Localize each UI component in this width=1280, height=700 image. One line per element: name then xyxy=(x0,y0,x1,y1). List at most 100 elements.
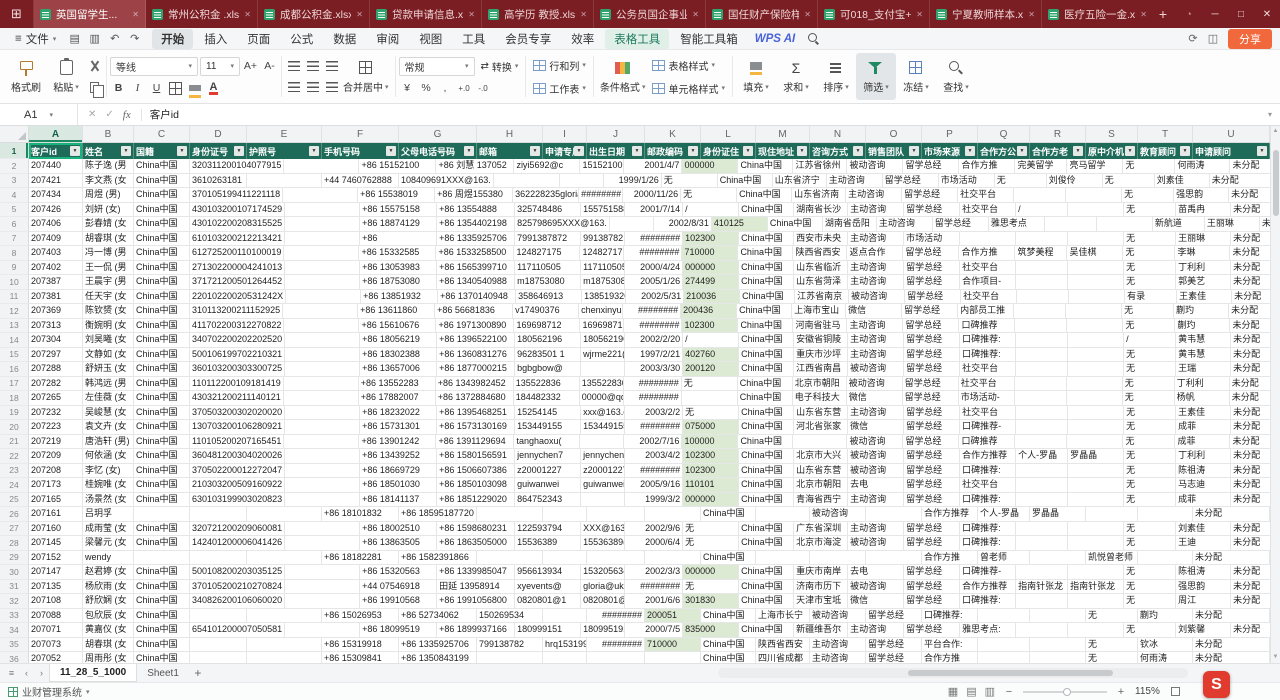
cell[interactable] xyxy=(1030,609,1086,624)
column-header-P[interactable]: P xyxy=(922,126,978,142)
cell[interactable]: +86 15152100 xyxy=(359,159,436,174)
column-header-N[interactable]: N xyxy=(810,126,866,142)
cell[interactable] xyxy=(581,493,625,508)
row-header[interactable]: 19 xyxy=(0,406,29,421)
cell[interactable]: 未分配 xyxy=(1210,174,1270,189)
cell[interactable] xyxy=(1068,362,1124,377)
cell[interactable]: China中国 xyxy=(134,261,190,276)
insert-function-icon[interactable]: fx xyxy=(123,109,131,121)
cell[interactable]: 合作方推 xyxy=(959,246,1015,261)
cell[interactable]: +86 18302388 xyxy=(360,348,437,363)
cell[interactable]: China中国 xyxy=(739,449,794,464)
cell[interactable] xyxy=(793,435,847,450)
table-header-cell[interactable]: 国籍▼ xyxy=(134,143,190,159)
cell[interactable] xyxy=(1068,522,1124,537)
cell[interactable]: 无 xyxy=(1124,623,1176,638)
cell[interactable]: 360481200304020026 xyxy=(190,449,285,464)
cell[interactable]: 留学总经 xyxy=(904,536,960,551)
cell[interactable]: 口碑推荐 xyxy=(959,319,1015,334)
cell[interactable]: +86 周煜155380 xyxy=(435,188,513,203)
cell[interactable]: 956613934 xyxy=(515,565,581,580)
cell[interactable] xyxy=(284,319,359,334)
cell[interactable]: 袁文卉 (女 xyxy=(83,420,134,435)
cell[interactable]: 110112200109181419 xyxy=(190,377,284,392)
cell[interactable]: 612725200110100019 xyxy=(190,246,284,261)
cell[interactable]: 无 xyxy=(1124,565,1176,580)
prev-sheet-icon[interactable]: ‹ xyxy=(19,668,34,678)
cell[interactable]: 留学总经 xyxy=(904,580,960,595)
cell[interactable]: 主动咨询 xyxy=(848,203,904,218)
cell[interactable]: +86 18232022 xyxy=(360,406,437,421)
cell[interactable]: 0820801@1 xyxy=(515,594,581,609)
cell[interactable]: 文静如 (女 xyxy=(83,348,134,363)
cell[interactable]: 王晨宇 (男 xyxy=(83,275,134,290)
column-header-I[interactable]: I xyxy=(543,126,587,142)
cell[interactable]: 山东省东营 xyxy=(794,406,848,421)
zoom-slider-thumb[interactable] xyxy=(1063,688,1071,696)
cell[interactable]: 杨欣雨 (女 xyxy=(83,580,134,595)
cell[interactable]: 无 xyxy=(1124,580,1176,595)
copy-button[interactable] xyxy=(86,79,103,96)
table-header-cell[interactable]: 父母电话号码▼ xyxy=(399,143,477,159)
cell[interactable]: 未分配 xyxy=(1230,435,1270,450)
cell[interactable]: 何依涵 (女 xyxy=(83,449,134,464)
cell[interactable]: 马志迪 xyxy=(1176,478,1231,493)
cell[interactable] xyxy=(1066,188,1122,203)
fill-color-button[interactable] xyxy=(186,80,203,97)
menu-tab-效率[interactable]: 效率 xyxy=(562,29,603,49)
cell[interactable]: +86 1360831276 xyxy=(437,348,515,363)
sync-icon[interactable]: ⟳ xyxy=(1184,32,1202,45)
cell[interactable]: China中国 xyxy=(134,333,190,348)
cell[interactable]: 合作方推荐 xyxy=(960,580,1016,595)
cell[interactable]: 130703200106280921 xyxy=(190,420,285,435)
cell[interactable]: 2003/2/2 xyxy=(625,406,683,421)
document-tab[interactable]: 成都公积金.xlsx✕ xyxy=(258,0,370,28)
row-header[interactable]: 33 xyxy=(0,609,29,624)
cell[interactable]: 未分配 xyxy=(1231,406,1270,421)
cell[interactable]: 山东省菏泽 xyxy=(794,275,848,290)
cell[interactable]: 黄韦慧 xyxy=(1176,333,1231,348)
table-header-cell[interactable]: 护照号▼ xyxy=(247,143,322,159)
cell[interactable]: 留学总经 xyxy=(904,623,960,638)
row-header[interactable]: 13 xyxy=(0,319,29,334)
cell[interactable]: 未分配 xyxy=(1230,246,1270,261)
cell[interactable]: 未分配 xyxy=(1231,333,1270,348)
cell[interactable]: 825798695XXX@163. xyxy=(515,217,610,232)
cell[interactable]: 2005/1/26 xyxy=(625,275,683,290)
cell[interactable] xyxy=(543,609,587,624)
cell[interactable]: 蒯玓 xyxy=(1175,319,1230,334)
cell[interactable]: 207108 xyxy=(29,594,83,609)
filter-dropdown-icon[interactable]: ▼ xyxy=(177,146,187,156)
cell[interactable]: 口碑推荐 xyxy=(959,435,1015,450)
cell[interactable]: ######## xyxy=(624,319,682,334)
cell[interactable]: 2001/6/6 xyxy=(625,594,683,609)
cell[interactable]: 刘昊曦 (女 xyxy=(83,333,134,348)
cell[interactable]: China中国 xyxy=(739,594,794,609)
cell[interactable]: 799138782 xyxy=(477,638,543,653)
cell[interactable]: 135522836 xyxy=(514,377,580,392)
cell[interactable] xyxy=(960,232,1016,247)
file-menu-button[interactable]: ≡ 文件 ▾ xyxy=(8,31,63,47)
cell[interactable]: 个人-罗晶 xyxy=(978,507,1030,522)
cell[interactable]: 李文燕 (女 xyxy=(83,174,134,189)
cell[interactable]: chenxinyur xyxy=(579,304,623,319)
cell[interactable] xyxy=(190,638,247,653)
cell[interactable]: m1875308 xyxy=(581,275,625,290)
cell[interactable]: 320311200104077915 xyxy=(190,159,284,174)
cell[interactable]: China中国 xyxy=(701,638,756,653)
cell[interactable]: 360103200303300725 xyxy=(190,362,285,377)
table-header-cell[interactable]: 现住地址▼ xyxy=(756,143,810,159)
wps-logo-badge[interactable]: S xyxy=(1203,671,1230,698)
cell[interactable]: 000000 xyxy=(682,159,738,174)
cell[interactable]: 江苏省南京 xyxy=(795,290,849,305)
cell[interactable]: +86 1863505000 xyxy=(437,536,515,551)
cell[interactable]: 无 xyxy=(1124,348,1176,363)
cell[interactable] xyxy=(247,638,322,653)
cell[interactable] xyxy=(543,551,587,566)
filter-dropdown-icon[interactable]: ▼ xyxy=(853,146,863,156)
menu-tab-工具[interactable]: 工具 xyxy=(453,29,494,49)
row-header[interactable]: 32 xyxy=(0,594,29,609)
cell[interactable]: 口碑推荐: xyxy=(960,594,1016,609)
cell[interactable]: China中国 xyxy=(739,565,794,580)
cell[interactable]: 310113200211152925 xyxy=(190,304,283,319)
